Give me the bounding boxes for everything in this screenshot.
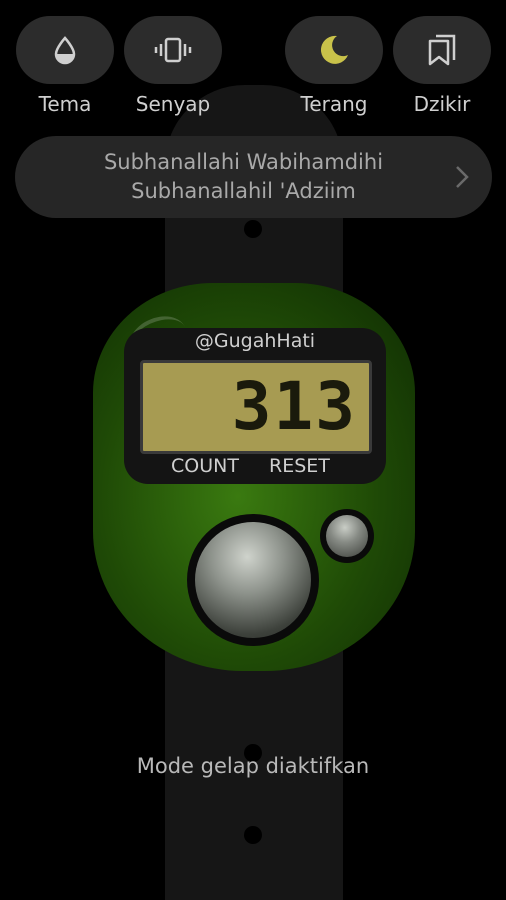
silent-button[interactable]	[124, 16, 222, 84]
dzikir-label: Dzikir	[413, 92, 471, 116]
dzikir-line-2: Subhanallahil 'Adziim	[131, 179, 356, 203]
chevron-right-icon	[456, 166, 469, 188]
reset-label: RESET	[269, 455, 330, 477]
theme-label: Tema	[38, 92, 92, 116]
count-label: COUNT	[171, 455, 239, 477]
silent-label: Senyap	[135, 92, 211, 116]
dzikir-text: Subhanallahi Wabihamdihi Subhanallahil '…	[55, 148, 432, 206]
bookmarks-icon	[428, 34, 456, 66]
count-value: 313	[231, 368, 357, 445]
light-mode-button[interactable]	[285, 16, 383, 84]
lcd-display: 313	[140, 360, 372, 454]
count-button[interactable]	[195, 522, 311, 638]
brand-label: @GugahHati	[194, 330, 316, 352]
vibrate-icon	[154, 37, 192, 63]
toast-message: Mode gelap diaktifkan	[136, 754, 370, 778]
dzikir-selector[interactable]: Subhanallahi Wabihamdihi Subhanallahil '…	[15, 136, 492, 218]
dzikir-line-1: Subhanallahi Wabihamdihi	[103, 150, 384, 174]
reset-button[interactable]	[326, 515, 368, 557]
moon-icon	[320, 35, 348, 64]
strap-hole	[244, 220, 262, 238]
strap-hole	[244, 826, 262, 844]
dzikir-button[interactable]	[393, 16, 491, 84]
light-mode-label: Terang	[300, 92, 368, 116]
droplet-icon	[54, 36, 76, 65]
theme-button[interactable]	[16, 16, 114, 84]
